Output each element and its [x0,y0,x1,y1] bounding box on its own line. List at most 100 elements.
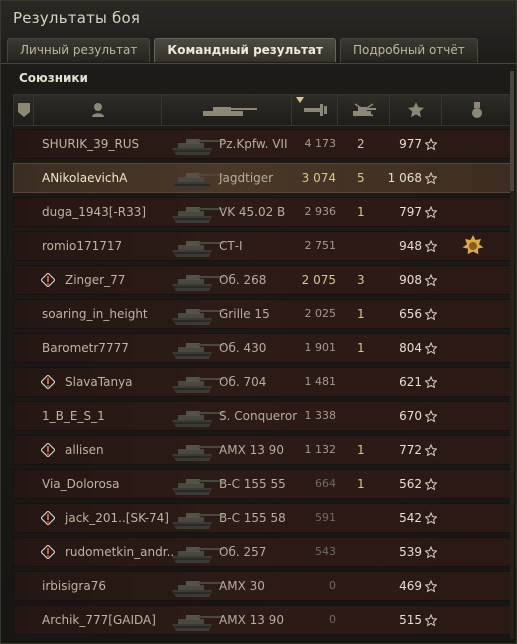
medal-icon [472,102,482,118]
experience-star-icon [425,171,437,185]
tank-silhouette-icon [172,241,224,257]
player-name: SlavaTanya [65,375,133,389]
experience-value: 772 [399,443,422,457]
tank-name: AMX 13 90 [219,613,284,627]
experience-value: 469 [399,579,422,593]
platoon-icon [41,443,55,457]
player-row[interactable]: SlavaTanya Об. 704 1 481 621 [13,367,512,397]
experience-star-icon [408,102,424,118]
damage-value: 1 901 [304,341,337,354]
player-row[interactable]: 1_B_E_S_1 S. Conqueror 1 338 670 [13,401,512,431]
player-row[interactable]: irbisigra76 AMX 30 0 469 [13,571,512,601]
experience-star-icon [425,307,437,321]
scrollbar-thumb[interactable] [510,71,514,191]
player-row[interactable]: allisen AMX 13 90 1 132 1 772 [13,435,512,465]
experience-star-icon [425,511,437,525]
header-tier[interactable] [14,95,34,125]
tank-silhouette-icon [172,513,224,529]
tank-name: Jagdtiger [219,171,274,185]
player-row[interactable]: rudometkin_andr.. Об. 257 543 539 [13,537,512,567]
header-experience[interactable] [390,95,442,125]
player-row[interactable]: Archik_777[GAIDA] AMX 13 90 0 515 [13,605,512,635]
header-kills[interactable] [338,95,390,125]
header-player[interactable] [34,95,162,125]
player-list: SHURIK_39_RUS Pz.Kpfw. VII 4 173 2 977 ANikol… [13,129,512,635]
experience-star-icon [425,341,437,355]
player-row[interactable]: SHURIK_39_RUS Pz.Kpfw. VII 4 173 2 977 [13,129,512,159]
damage-value: 543 [315,545,336,558]
player-row[interactable]: Zinger_77 Об. 268 2 075 3 908 [13,265,512,295]
platoon-icon [41,511,55,525]
experience-value: 908 [399,273,422,287]
tank-silhouette-icon [172,343,224,359]
tank-icon [203,107,257,116]
damage-value: 0 [329,579,336,592]
damage-value: 591 [315,511,336,524]
header-tank[interactable] [162,95,292,125]
kills-value: 1 [357,205,365,219]
player-name: Archik_777[GAIDA] [42,613,156,627]
tank-name: Об. 257 [219,545,267,559]
experience-value: 670 [399,409,422,423]
player-row[interactable]: ANikolaevichA Jagdtiger 3 074 5 1 068 [13,163,512,193]
experience-star-icon [425,477,437,491]
damage-value: 2 751 [304,239,337,252]
header-damage[interactable] [292,95,338,125]
damage-icon [304,104,327,116]
damage-value: 2 075 [301,273,336,287]
player-name: SHURIK_39_RUS [42,137,140,151]
player-row[interactable]: duga_1943[-R33] VK 45.02 B 2 936 1 797 [13,197,512,227]
tab-team-result[interactable]: Командный результат [154,38,336,62]
tank-silhouette-icon [172,479,224,495]
experience-value: 621 [399,375,422,389]
experience-value: 515 [399,613,422,627]
kills-value: 1 [357,341,365,355]
experience-star-icon [425,409,437,423]
tank-silhouette-icon [172,581,224,597]
tank-silhouette-icon [172,309,224,325]
player-name: soaring_in_height [42,307,148,321]
tank-silhouette-icon [172,411,224,427]
experience-star-icon [425,273,437,287]
platoon-icon [41,545,55,559]
tank-name: Об. 430 [219,341,267,355]
sort-arrow-icon [296,97,304,103]
tab-personal-result[interactable]: Личный результат [7,38,151,62]
player-name: jack_201..[SK-74] [65,511,169,525]
tank-silhouette-icon [172,275,224,291]
platoon-icon [41,273,55,287]
damage-value: 2 936 [304,205,337,218]
kills-value: 1 [357,477,365,491]
player-name: rudometkin_andr.. [65,545,175,559]
header-medals[interactable] [442,95,512,125]
player-name: duga_1943[-R33] [42,205,147,219]
battle-results-window: Результаты боя Личный результат Командны… [0,0,517,644]
tab-divider [1,63,516,64]
experience-value: 1 068 [387,171,422,185]
player-row[interactable]: Barometr7777 Об. 430 1 901 1 804 [13,333,512,363]
damage-value: 2 025 [304,307,337,320]
experience-value: 797 [399,205,422,219]
tank-silhouette-icon [172,377,224,393]
experience-star-icon [425,375,437,389]
experience-star-icon [425,443,437,457]
tank-name: AMX 13 90 [219,443,284,457]
player-row[interactable]: romio171717 СТ-I 2 751 948 [13,231,512,261]
damage-value: 1 338 [304,409,337,422]
player-row[interactable]: soaring_in_height Grille 15 2 025 1 656 [13,299,512,329]
player-row[interactable]: jack_201..[SK-74] B-C 155 58 591 542 [13,503,512,533]
player-name: Barometr7777 [42,341,129,355]
tab-detailed-report[interactable]: Подробный отчёт [339,38,478,62]
kills-value: 1 [357,307,365,321]
tank-name: VK 45.02 B [219,205,286,219]
allies-section-title: Союзники [19,71,88,85]
tank-silhouette-icon [172,173,224,189]
experience-value: 948 [399,239,422,253]
tank-name: Об. 268 [219,273,267,287]
window-title: Результаты боя [13,9,141,27]
experience-star-icon [425,579,437,593]
tank-silhouette-icon [172,139,224,155]
tank-silhouette-icon [172,547,224,563]
player-row[interactable]: Via_Dolorosa B-C 155 55 664 1 562 [13,469,512,499]
experience-star-icon [425,205,437,219]
